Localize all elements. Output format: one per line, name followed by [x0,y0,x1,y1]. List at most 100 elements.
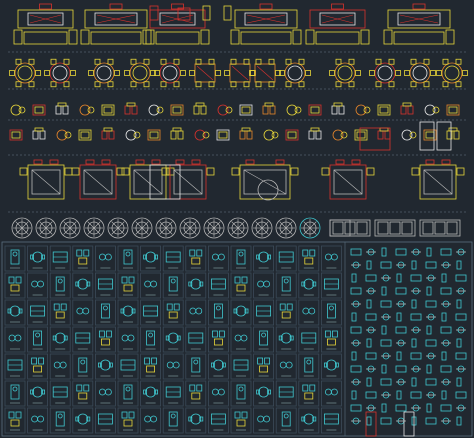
block-cell [425,300,437,308]
block-cell [117,272,139,299]
block-cell [4,245,26,272]
block-cell [396,351,402,361]
cad-drawing-canvas[interactable] [0,0,474,438]
block-cell [320,299,342,326]
block-cell [298,245,320,272]
block-cell [27,353,49,380]
block-cell [366,299,372,309]
block-cell [230,353,252,380]
block-cell [185,326,207,353]
bedroom-set-block [121,159,175,200]
chair-table-block [170,127,184,140]
block-cell [298,380,320,407]
block-cell [350,365,362,373]
block-cell [185,353,207,380]
block-cell [162,299,184,326]
sofa-set-block [145,3,210,45]
block-cell [4,353,26,380]
block-cell [27,245,49,272]
block-cell [441,312,447,322]
block-cell [411,365,421,373]
rug-medallion-block [35,217,57,239]
block-cell [207,407,229,434]
block-cell [411,248,421,256]
block-cell [380,339,392,347]
chair-table-block [32,104,46,116]
dining-table-block [224,58,256,88]
block-cell [455,391,467,399]
block-cell [426,352,436,360]
block-cell [49,272,71,299]
block-cell [253,245,275,272]
block-cell [140,245,162,272]
block-cell [395,326,407,334]
dining-table-block [154,58,186,88]
side-table-block [149,5,159,21]
block-cell [455,352,467,360]
block-cell [275,272,297,299]
rug-medallion-block [299,217,321,239]
bedroom-set-block [19,159,73,200]
chair-table-block [170,104,184,116]
chair-table-block [124,102,138,115]
block-cell [162,245,184,272]
block-cell [72,353,94,380]
block-cell [365,352,377,360]
block-cell [456,326,466,334]
block-cell [351,417,361,425]
chair-table-block [331,102,345,115]
block-cell [381,313,391,321]
block-cell [49,326,71,353]
chair-table-block [148,104,164,116]
sofa-set-block [383,3,455,45]
chair-table-block [424,104,440,116]
dining-table-block [329,58,361,88]
block-cell [456,287,466,295]
chair-table-block [10,104,26,116]
chair-table-block [9,129,23,141]
rug-medallion-block [155,217,177,239]
block-cell [366,338,372,348]
block-cell [440,365,452,373]
cabinet-block [436,121,452,151]
block-cell [4,299,26,326]
chair-table-block [217,104,233,116]
block-cell [275,407,297,434]
dining-table-block [436,58,468,88]
block-cell [411,287,421,295]
block-cell [440,248,452,256]
dining-table-block [189,58,221,88]
block-cell [117,353,139,380]
block-cell [380,261,392,269]
block-cell [298,272,320,299]
chair-table-block [286,104,302,116]
block-cell [426,391,436,399]
block-cell [72,245,94,272]
block-cell [366,287,376,295]
block-cell [253,380,275,407]
chair-table-block [446,104,460,116]
block-cell [351,339,361,347]
chair-table-block [216,129,230,141]
chair-table-block [355,104,371,116]
sofa-set-block [80,3,152,45]
cyan-block-library [1,241,473,437]
block-cell [456,416,462,426]
chair-table-block [377,104,391,116]
block-cell [4,272,26,299]
block-cell [162,353,184,380]
chair-table-block [239,104,253,116]
block-cell [95,299,116,326]
block-cell [207,272,229,299]
block-cell [185,299,207,326]
bedroom-set-block [321,159,375,200]
block-cell [381,352,391,360]
rug-medallion-block [83,217,105,239]
block-cell [456,404,466,412]
block-cell [351,300,361,308]
block-cell [49,353,71,380]
chair-table-block [285,129,299,141]
block-cell [425,417,437,425]
block-cell [117,380,139,407]
block-cell [95,353,116,380]
